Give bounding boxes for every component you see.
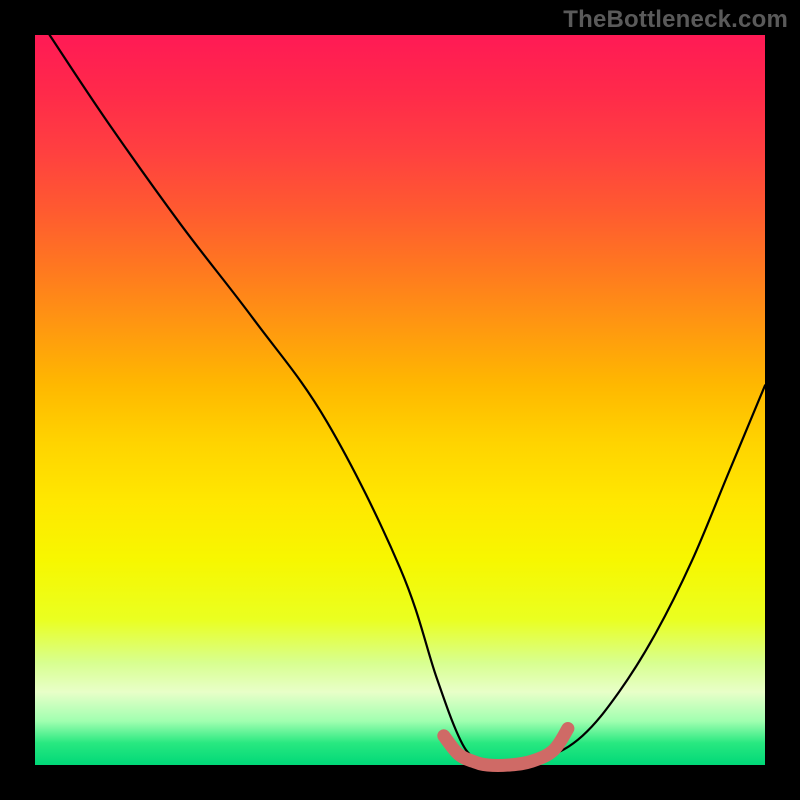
optimal-range-marker: [444, 729, 568, 766]
watermark-text: TheBottleneck.com: [563, 6, 788, 34]
plot-area: [35, 35, 765, 765]
curve-layer: [35, 35, 765, 765]
bottleneck-curve-line: [50, 35, 765, 766]
chart-stage: TheBottleneck.com: [0, 0, 800, 800]
